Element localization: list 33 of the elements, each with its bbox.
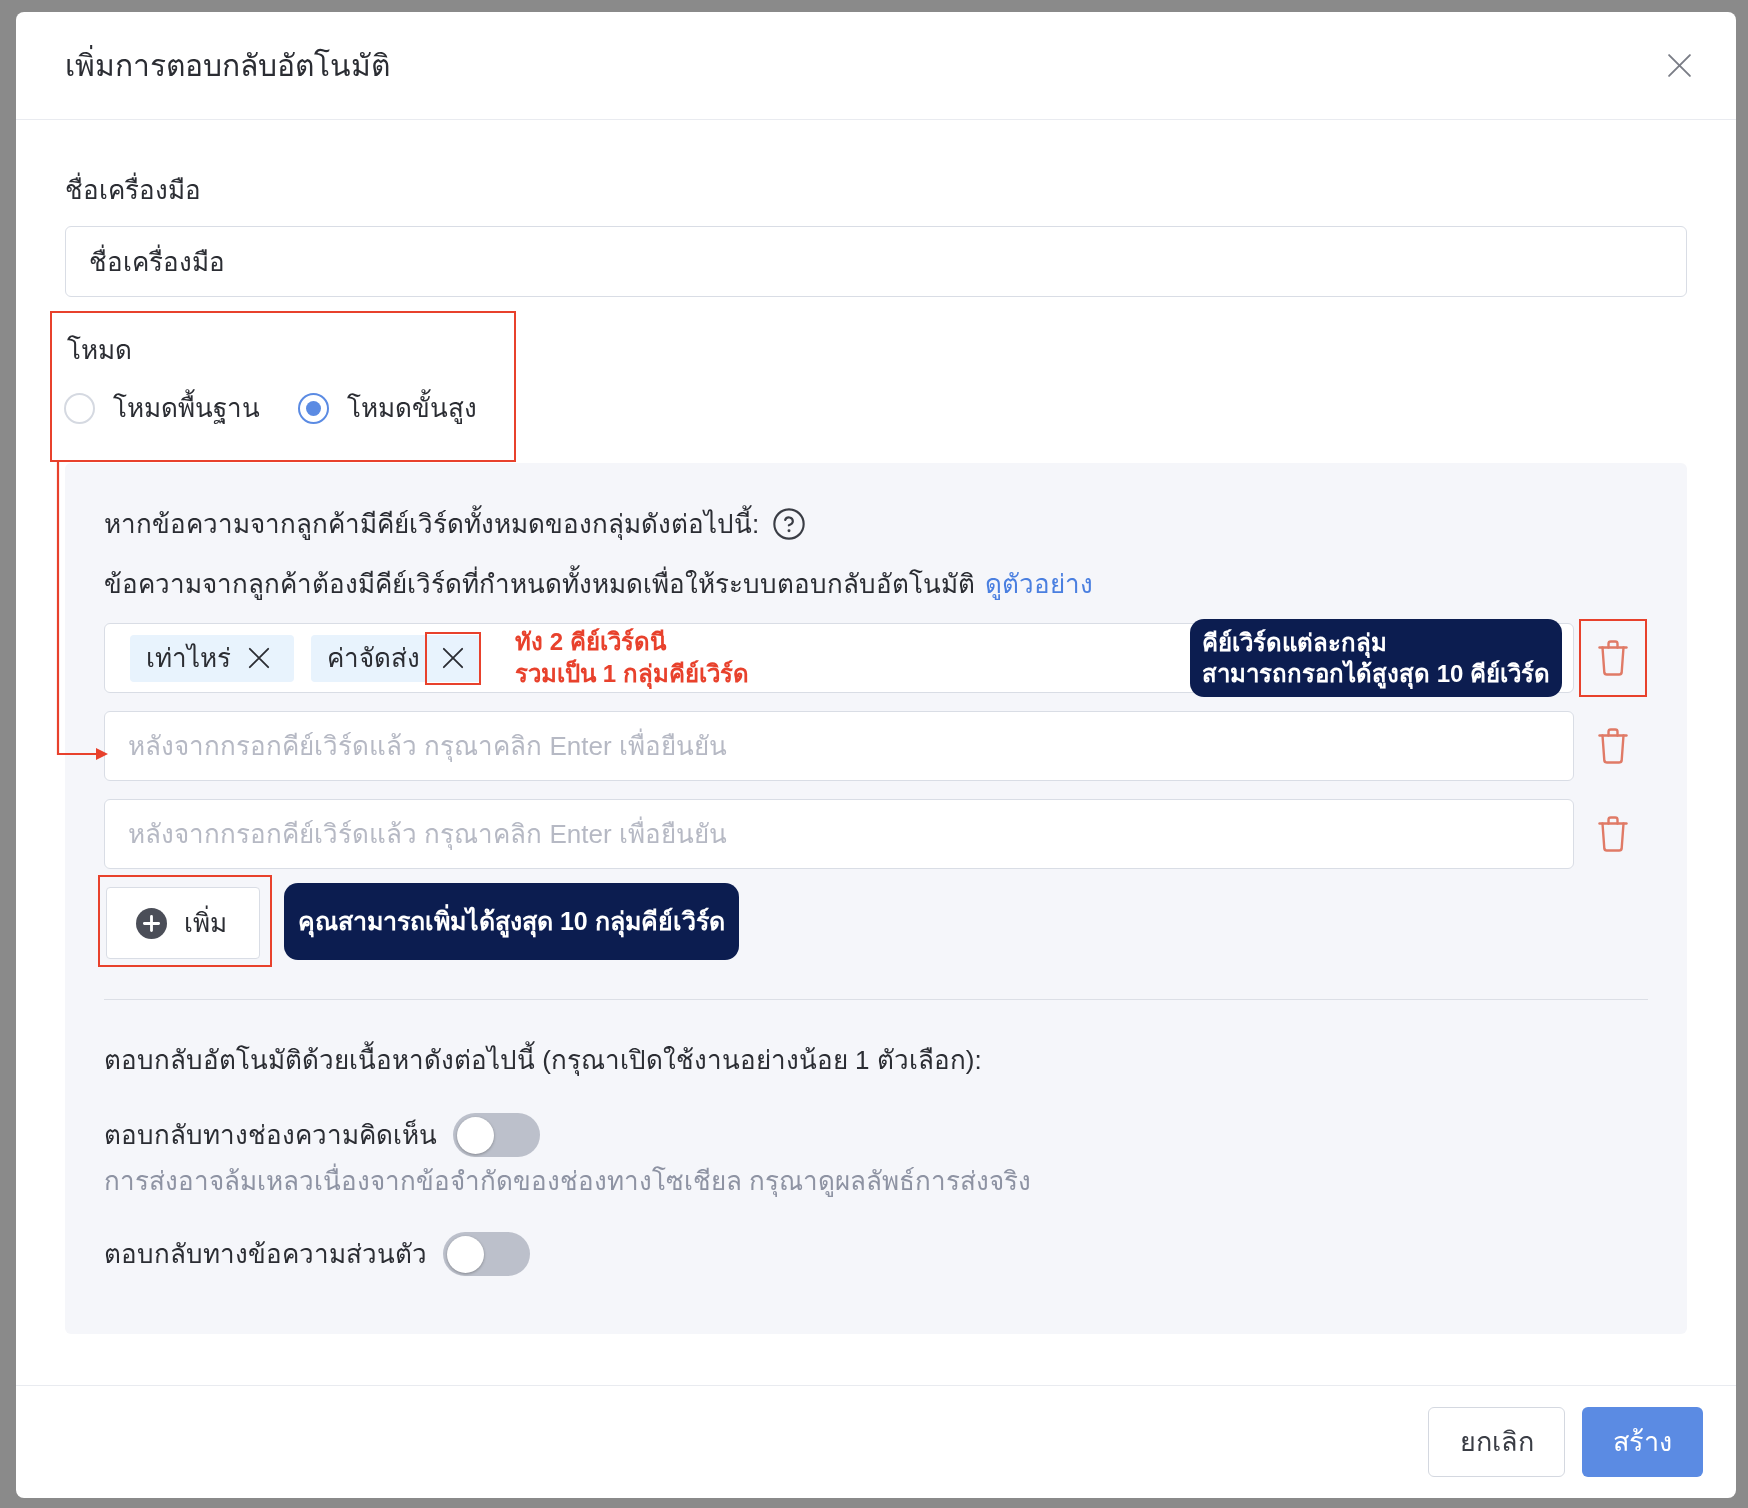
- add-button[interactable]: เพิ่ม: [106, 887, 260, 959]
- description-text: ข้อความจากลูกค้าต้องมีคีย์เวิร์ดที่กำหนดทั้งหมดเพื่อให้ระบบตอบกลับอัตโนมัติ: [104, 566, 975, 602]
- radio-label[interactable]: โหมดพื้นฐาน: [113, 390, 260, 426]
- example-link[interactable]: ดูตัวอย่าง: [985, 566, 1093, 602]
- toggle-switch[interactable]: [453, 1113, 540, 1157]
- section-heading: ตอบกลับอัตโนมัติด้วยเนื้อหาดังต่อไปนี้ (กรุณาเปิดใช้งานอย่างน้อย 1 ตัวเลือก):: [104, 1042, 982, 1078]
- plus-icon: [136, 907, 167, 939]
- trash-icon[interactable]: [1598, 816, 1628, 852]
- text-input[interactable]: ชื่อเครื่องมือ: [65, 226, 1687, 297]
- field-label: โหมด: [67, 334, 132, 367]
- radio-label[interactable]: โหมดขั้นสูง: [347, 390, 477, 426]
- toggle-label: ตอบกลับทางข้อความส่วนตัว: [104, 1238, 427, 1271]
- toggle-switch[interactable]: [443, 1232, 530, 1276]
- hint-text: การส่งอาจล้มเหลวเนื่องจากข้อจำกัดของช่องทางโซเชียล กรุณาดูผลลัพธ์การส่งจริง: [104, 1163, 1032, 1199]
- annotation-note: ทัง 2 คีย์เวิร์ดนี รวมเป็น 1 กลุ่มคีย์เวิร์ด: [515, 627, 749, 690]
- radio-button[interactable]: [298, 392, 329, 424]
- field-label: ชื่อเครื่องมือ: [65, 172, 201, 208]
- trash-icon[interactable]: [1598, 728, 1628, 764]
- keyword-input[interactable]: หลังจากกรอกคีย์เวิร์ดแล้ว กรุณาคลิก Enter เพื่อยืนยัน: [104, 799, 1574, 869]
- keyword-tag: เท่าไหร่: [130, 634, 294, 682]
- toggle-label: ตอบกลับทางช่องความคิดเห็น: [104, 1118, 437, 1152]
- dialog-title: เพิ่มการตอบกลับอัตโนมัติ: [65, 45, 390, 86]
- cancel-button[interactable]: ยกเลิก: [1428, 1407, 1565, 1477]
- keyword-tag: ค่าจัดส่ง: [311, 634, 481, 682]
- keyword-input[interactable]: หลังจากกรอกคีย์เวิร์ดแล้ว กรุณาคลิก Enter เพื่อยืนยัน: [104, 711, 1574, 781]
- help-icon[interactable]: [773, 508, 806, 540]
- trash-icon[interactable]: [1598, 640, 1628, 676]
- group-limit-tooltip: คุณสามารถเพิ่มได้สูงสุด 10 กลุ่มคีย์เวิร์ด: [284, 882, 739, 960]
- x-icon[interactable]: [248, 647, 270, 669]
- x-icon[interactable]: [442, 647, 464, 669]
- keyword-limit-tooltip: คีย์เวิร์ดแต่ละกลุ่ม สามารถกรอกได้สูงสุด 10 คีย์เวิร์ด: [1189, 619, 1562, 697]
- section-heading: หากข้อความจากลูกค้ามีคีย์เวิร์ดทั้งหมดของกลุ่มดังต่อไปนี้:: [104, 506, 760, 542]
- close-icon[interactable]: [1667, 53, 1692, 78]
